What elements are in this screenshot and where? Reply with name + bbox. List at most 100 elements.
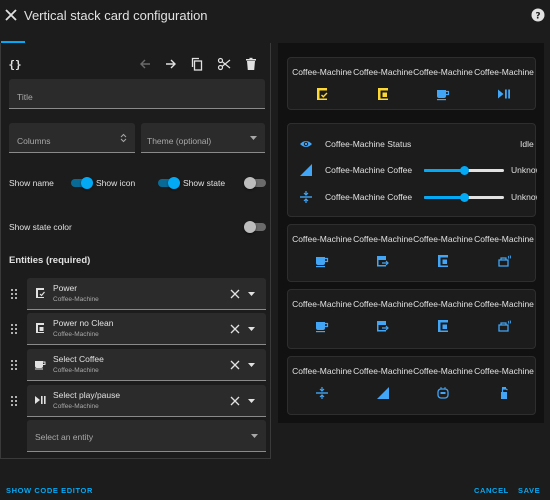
- show-state-color-toggle[interactable]: [244, 221, 266, 233]
- entity-row: Select Coffee Coffee-Machine: [1, 349, 270, 381]
- chevron-down-icon[interactable]: [248, 399, 255, 403]
- button-name: Coffee-Machine: [292, 234, 352, 244]
- button-name: Coffee-Machine: [353, 366, 413, 376]
- entity-row-name: Coffee-Machine Status: [325, 139, 412, 149]
- title-field[interactable]: Title: [9, 79, 265, 109]
- drag-handle-icon[interactable]: [9, 359, 19, 371]
- button-name: Coffee-Machine: [292, 67, 352, 77]
- drag-handle-icon[interactable]: [9, 288, 19, 300]
- entity-row-state: Unknown: [511, 165, 537, 175]
- stepper-icon[interactable]: [120, 132, 127, 144]
- entity-picker[interactable]: Select Coffee Coffee-Machine: [27, 349, 266, 381]
- state-color-row: Show state color: [1, 217, 270, 237]
- display-toggles-row: Show name Show icon Show state: [1, 173, 270, 193]
- chevron-down-icon[interactable]: [248, 327, 255, 331]
- chevron-down-icon[interactable]: [248, 363, 255, 367]
- adjust-icon: [300, 191, 312, 203]
- entity-name: Power no Clean: [53, 318, 114, 328]
- entity-picker[interactable]: Select play/pause Coffee-Machine: [27, 385, 266, 417]
- show-name-label: Show name: [9, 178, 54, 188]
- button-name: Coffee-Machine: [353, 67, 413, 77]
- entity-picker[interactable]: Power no Clean Coffee-Machine: [27, 313, 266, 345]
- play-pause-icon: [498, 89, 510, 99]
- entity-row-name: Coffee-Machine Coffee: [325, 165, 413, 175]
- coffee-maker-icon: [378, 88, 388, 100]
- coffee-icon: [437, 90, 450, 101]
- coffee-maker-check-icon: [36, 288, 45, 298]
- dialog-header: Vertical stack card configuration ?: [0, 0, 550, 32]
- show-name-toggle[interactable]: [71, 177, 93, 189]
- coffee-maker-check-icon: [317, 88, 328, 100]
- entity-device: Coffee-Machine: [53, 331, 99, 338]
- copy-icon[interactable]: [190, 57, 204, 71]
- coffee-maker-icon: [438, 320, 448, 332]
- show-code-editor-button[interactable]: SHOW CODE EDITOR: [6, 486, 93, 495]
- button-name: Coffee-Machine: [413, 366, 473, 376]
- entity-slider-row: Coffee-Machine Coffee Unknown: [288, 159, 537, 181]
- clear-icon[interactable]: [230, 324, 240, 334]
- svg-text:?: ?: [535, 12, 540, 22]
- number-slider[interactable]: [424, 166, 504, 175]
- help-circle-icon[interactable]: ?: [531, 8, 545, 22]
- code-braces-icon[interactable]: {}: [8, 57, 22, 71]
- entity-name: Select play/pause: [53, 390, 121, 400]
- clear-icon[interactable]: [230, 289, 240, 299]
- cut-icon[interactable]: [217, 57, 231, 71]
- clear-icon[interactable]: [230, 396, 240, 406]
- drag-handle-icon[interactable]: [9, 323, 19, 335]
- button-grid-card: Coffee-Machine Coffee-Machine Coffee-Mac…: [287, 356, 536, 415]
- signal-icon: [377, 387, 389, 399]
- button-grid-card: Coffee-Machine Coffee-Machine Coffee-Mac…: [287, 289, 536, 349]
- entities-title: Entities (required): [9, 255, 91, 266]
- button-grid-card: Coffee-Machine Coffee-Machine Coffee-Mac…: [287, 57, 536, 110]
- show-state-label: Show state: [183, 178, 226, 188]
- coffee-to-go-icon: [377, 256, 389, 267]
- close-icon[interactable]: [3, 7, 19, 23]
- entity-state-row[interactable]: Coffee-Machine Status Idle: [288, 133, 537, 155]
- arrow-right-icon[interactable]: [164, 57, 178, 71]
- coffee-maker-icon: [36, 323, 44, 333]
- coffee-icon: [316, 322, 329, 333]
- show-state-toggle[interactable]: [244, 177, 266, 189]
- entity-row: Power Coffee-Machine: [1, 278, 270, 310]
- arrow-left-icon[interactable]: [138, 57, 152, 71]
- entity-device: Coffee-Machine: [53, 367, 99, 374]
- show-icon-toggle[interactable]: [158, 177, 180, 189]
- water-boiler-icon: [437, 387, 449, 399]
- chevron-down-icon: [250, 136, 257, 140]
- adjust-icon: [316, 387, 328, 399]
- cancel-button[interactable]: CANCEL: [474, 486, 509, 495]
- button-name: Coffee-Machine: [474, 366, 534, 376]
- play-pause-icon: [35, 396, 46, 404]
- entity-row: Power no Clean Coffee-Machine: [1, 313, 270, 345]
- theme-select[interactable]: Theme (optional): [141, 123, 265, 153]
- dialog-title: Vertical stack card configuration: [24, 8, 208, 23]
- drag-handle-icon[interactable]: [9, 395, 19, 407]
- columns-field[interactable]: Columns: [9, 123, 135, 153]
- entity-name: Power: [53, 283, 78, 293]
- entity-row: Select play/pause Coffee-Machine: [1, 385, 270, 417]
- save-button[interactable]: SAVE: [518, 486, 540, 495]
- kettle-steam-icon: [498, 320, 511, 332]
- select-entity-field[interactable]: Select an entity: [27, 420, 266, 452]
- delete-icon[interactable]: [244, 57, 258, 71]
- clear-icon[interactable]: [230, 360, 240, 370]
- button-name: Coffee-Machine: [353, 234, 413, 244]
- select-entity-placeholder: Select an entity: [35, 432, 94, 442]
- entity-picker[interactable]: Power Coffee-Machine: [27, 278, 266, 310]
- card-editor-panel: {} Title Columns Theme (optional) Show n…: [0, 43, 271, 459]
- coffee-to-go-icon: [377, 321, 389, 332]
- kettle-steam-icon: [498, 255, 511, 267]
- button-name: Coffee-Machine: [292, 366, 352, 376]
- coffee-maker-icon: [438, 255, 448, 267]
- chevron-down-icon[interactable]: [248, 292, 255, 296]
- button-name: Coffee-Machine: [474, 67, 534, 77]
- entity-row-state: Idle: [520, 139, 534, 149]
- coffee-icon: [35, 361, 46, 370]
- columns-field-label: Columns: [17, 136, 51, 146]
- number-slider[interactable]: [424, 193, 504, 202]
- chevron-down-icon: [251, 434, 258, 438]
- button-name: Coffee-Machine: [413, 234, 473, 244]
- signal-icon: [300, 164, 312, 176]
- entity-device: Coffee-Machine: [53, 403, 99, 410]
